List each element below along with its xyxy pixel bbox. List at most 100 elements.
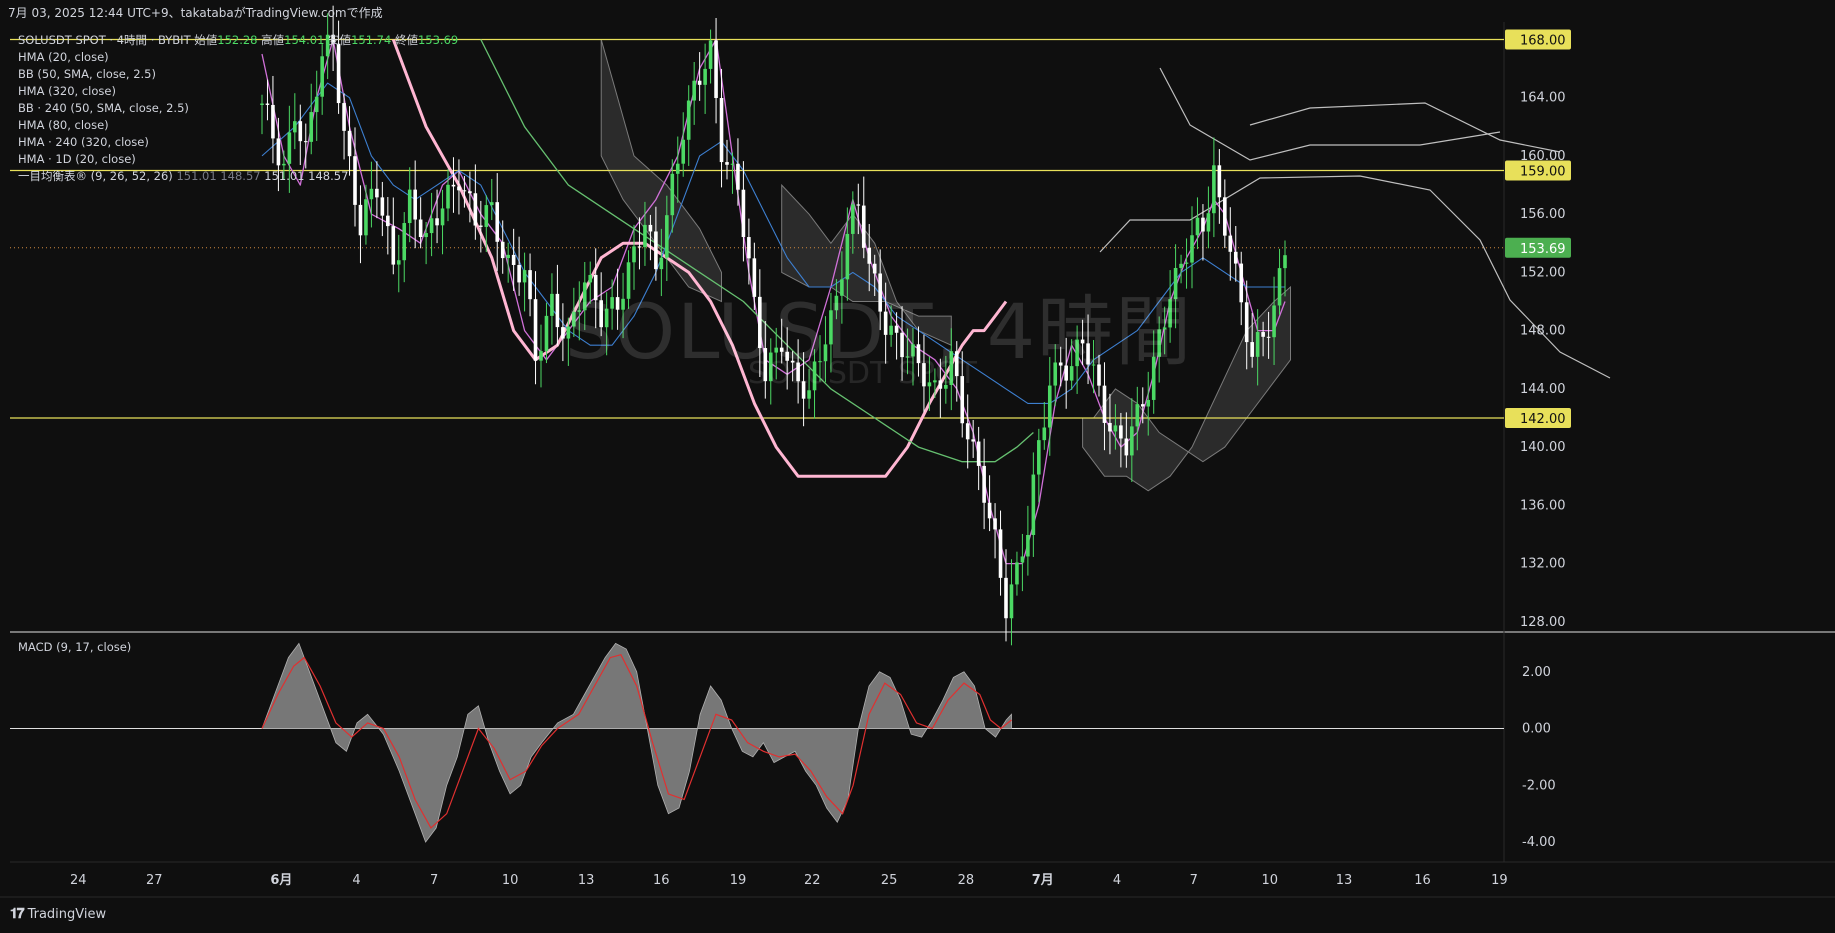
high-value: 154.01	[284, 33, 325, 47]
indicator-ichimoku[interactable]: 一目均衡表® (9, 26, 52, 26) 151.01 148.57 151…	[18, 168, 458, 185]
candle-body	[506, 254, 510, 259]
candle-body	[1015, 562, 1019, 585]
candle-body	[736, 163, 740, 190]
indicator-hma20[interactable]: HMA (20, close)	[18, 49, 458, 66]
candle-body	[982, 465, 986, 503]
time-tick-label: 19	[730, 873, 747, 888]
candle-body	[703, 68, 707, 85]
candle-body	[528, 270, 532, 300]
candle-body	[1130, 426, 1134, 456]
symbol-ohlc-row[interactable]: SOLUSDT SPOT · 4時間 · BYBIT 始値152.28 高値15…	[18, 32, 458, 49]
time-tick-label: 19	[1491, 873, 1508, 888]
candle-body	[1277, 268, 1282, 306]
candle-body	[489, 202, 494, 206]
candle-body	[851, 204, 855, 234]
macd-legend[interactable]: MACD (9, 17, close)	[18, 640, 131, 654]
candle-body	[1113, 425, 1118, 432]
time-tick-label: 25	[881, 873, 898, 888]
time-tick-label: 7	[1190, 873, 1198, 888]
time-tick-label: 4	[352, 873, 360, 888]
macd-tick-label: -2.00	[1522, 778, 1556, 793]
candle-body	[522, 270, 527, 283]
symbol-line: SOLUSDT SPOT · 4時間 · BYBIT	[18, 33, 191, 47]
indicator-hma-240[interactable]: HMA · 240 (320, close)	[18, 134, 458, 151]
price-tick-label: 148.00	[1520, 324, 1566, 339]
candle-body	[714, 40, 718, 99]
time-tick-label: 13	[1336, 873, 1353, 888]
macd-tick-label: 0.00	[1522, 722, 1551, 737]
candle-body	[413, 189, 417, 220]
candle-body	[1140, 404, 1145, 407]
candle-body	[867, 247, 872, 264]
candle-body	[1201, 217, 1205, 232]
candle-body	[993, 518, 997, 530]
candle-body	[1004, 577, 1008, 619]
candle-body	[418, 219, 423, 238]
price-tick-label: 140.00	[1520, 440, 1566, 455]
price-tick-label: 132.00	[1520, 557, 1566, 572]
candle-body	[1217, 165, 1222, 198]
footer-brand[interactable]: 𝟏𝟕 TradingView	[10, 906, 106, 922]
high-label: 高値	[261, 33, 285, 47]
candle-body	[1228, 235, 1233, 252]
current-price-label: 153.69	[1520, 242, 1566, 257]
ichimoku-label: 一目均衡表® (9, 26, 52, 26)	[18, 169, 173, 183]
time-tick-label: 16	[1414, 873, 1431, 888]
candle-body	[692, 80, 696, 101]
candle-body	[386, 215, 390, 227]
candle-body	[555, 293, 560, 328]
indicator-hma80[interactable]: HMA (80, close)	[18, 117, 458, 134]
candle-body	[741, 189, 746, 238]
candle-body	[429, 218, 434, 234]
candle-body	[550, 293, 554, 316]
candle-body	[1042, 427, 1047, 441]
tradingview-logo-icon: 𝟏𝟕	[10, 906, 25, 922]
candle-body	[1135, 404, 1140, 427]
time-tick-label: 16	[653, 873, 670, 888]
candle-body	[1102, 385, 1107, 423]
ichimoku-value-2: 148.57	[220, 169, 261, 183]
level-badge-label: 168.00	[1520, 33, 1566, 48]
candle-body	[402, 223, 407, 261]
candle-body	[747, 237, 751, 259]
candle-body	[807, 390, 811, 399]
candle-body	[511, 254, 516, 265]
candle-body	[719, 98, 724, 163]
time-tick-label: 13	[578, 873, 595, 888]
candle-body	[1179, 263, 1183, 268]
candle-body	[665, 215, 669, 258]
price-tick-label: 144.00	[1520, 382, 1566, 397]
candle-body	[648, 224, 653, 232]
candle-body	[1009, 584, 1014, 619]
indicator-hma-1d[interactable]: HMA · 1D (20, close)	[18, 151, 458, 168]
level-badge-label: 159.00	[1520, 164, 1566, 179]
low-label: 安値	[328, 33, 352, 47]
candle-body	[440, 208, 445, 226]
candle-body	[1283, 255, 1287, 269]
candle-body	[424, 233, 428, 238]
candle-body	[971, 439, 975, 442]
indicator-bb[interactable]: BB (50, SMA, close, 2.5)	[18, 66, 458, 83]
candle-body	[358, 204, 363, 236]
candle-body	[495, 202, 500, 242]
candle-body	[457, 186, 461, 191]
candle-body	[375, 188, 379, 198]
candle-body	[468, 191, 472, 194]
indicator-hma320[interactable]: HMA (320, close)	[18, 83, 458, 100]
candle-body	[451, 184, 456, 187]
candle-body	[1047, 385, 1052, 428]
indicator-bb-240[interactable]: BB · 240 (50, SMA, close, 2.5)	[18, 100, 458, 117]
time-tick-label: 27	[146, 873, 163, 888]
candle-body	[697, 80, 702, 85]
candle-body	[681, 139, 686, 164]
time-tick-label: 24	[70, 873, 87, 888]
time-tick-label: 4	[1113, 873, 1121, 888]
candle-body	[1233, 251, 1238, 264]
candle-body	[446, 184, 450, 209]
candle-body	[1250, 342, 1254, 357]
candle-body	[369, 188, 374, 200]
candle-body	[380, 197, 385, 216]
candle-body	[659, 257, 664, 270]
candle-body	[708, 40, 713, 69]
candle-body	[539, 351, 543, 361]
